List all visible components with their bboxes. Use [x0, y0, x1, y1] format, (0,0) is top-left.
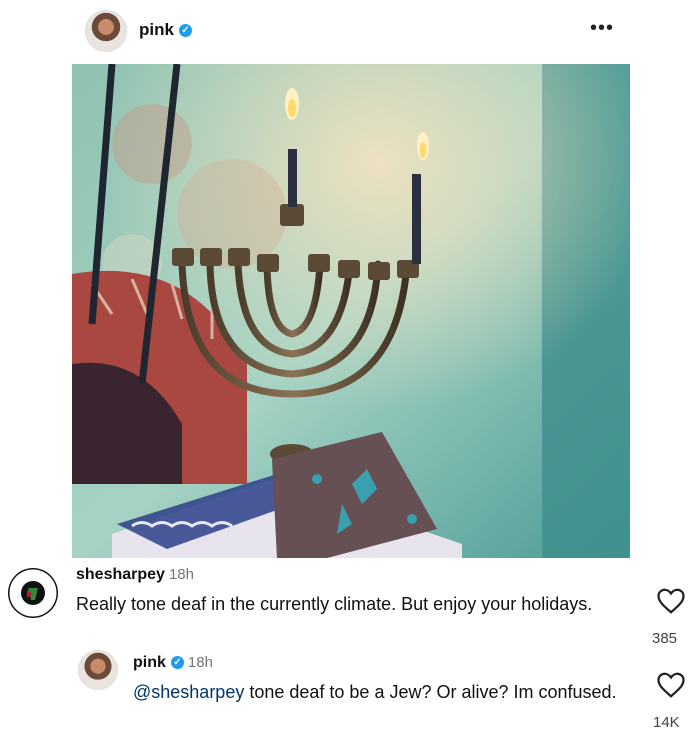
comment-1: shesharpey 18h Really tone deaf in the cu… [0, 560, 700, 650]
comment-2-username[interactable]: pink [133, 654, 166, 671]
verified-icon: ✓ [178, 24, 192, 38]
comment-1-text: Really tone deaf in the currently climat… [76, 594, 593, 614]
comment-1-header: shesharpey 18h [76, 566, 194, 584]
post-author-name[interactable]: pink ✓ [139, 20, 192, 40]
post-author-avatar[interactable] [85, 10, 127, 52]
verified-icon: ✓ [170, 656, 184, 670]
more-options-icon[interactable]: ••• [590, 17, 614, 40]
comment-2-heart-icon[interactable] [656, 670, 686, 700]
post-header: pink ✓ ••• [0, 0, 700, 62]
comment-2-header: pink ✓ 18h [133, 654, 213, 672]
post-author-username[interactable]: pink [139, 20, 174, 39]
comment-2-text: @shesharpey tone deaf to be a Jew? Or al… [133, 680, 633, 704]
comment-2-time: 18h [187, 654, 213, 671]
comment-2-body: tone deaf to be a Jew? Or alive? Im conf… [244, 682, 617, 702]
comment-2-mention[interactable]: @shesharpey [133, 682, 244, 702]
comment-1-like-count: 385 [652, 630, 678, 647]
post-photo[interactable] [72, 64, 630, 558]
comment-2: pink ✓ 18h @shesharpey tone deaf to be a J… [0, 648, 700, 736]
comment-1-heart-icon[interactable] [656, 586, 686, 616]
comment-1-username[interactable]: shesharpey [76, 566, 165, 583]
comment-1-time: 18h [168, 566, 194, 583]
menorah-photo [72, 64, 630, 558]
comment-2-like-count: 14K [653, 714, 680, 731]
